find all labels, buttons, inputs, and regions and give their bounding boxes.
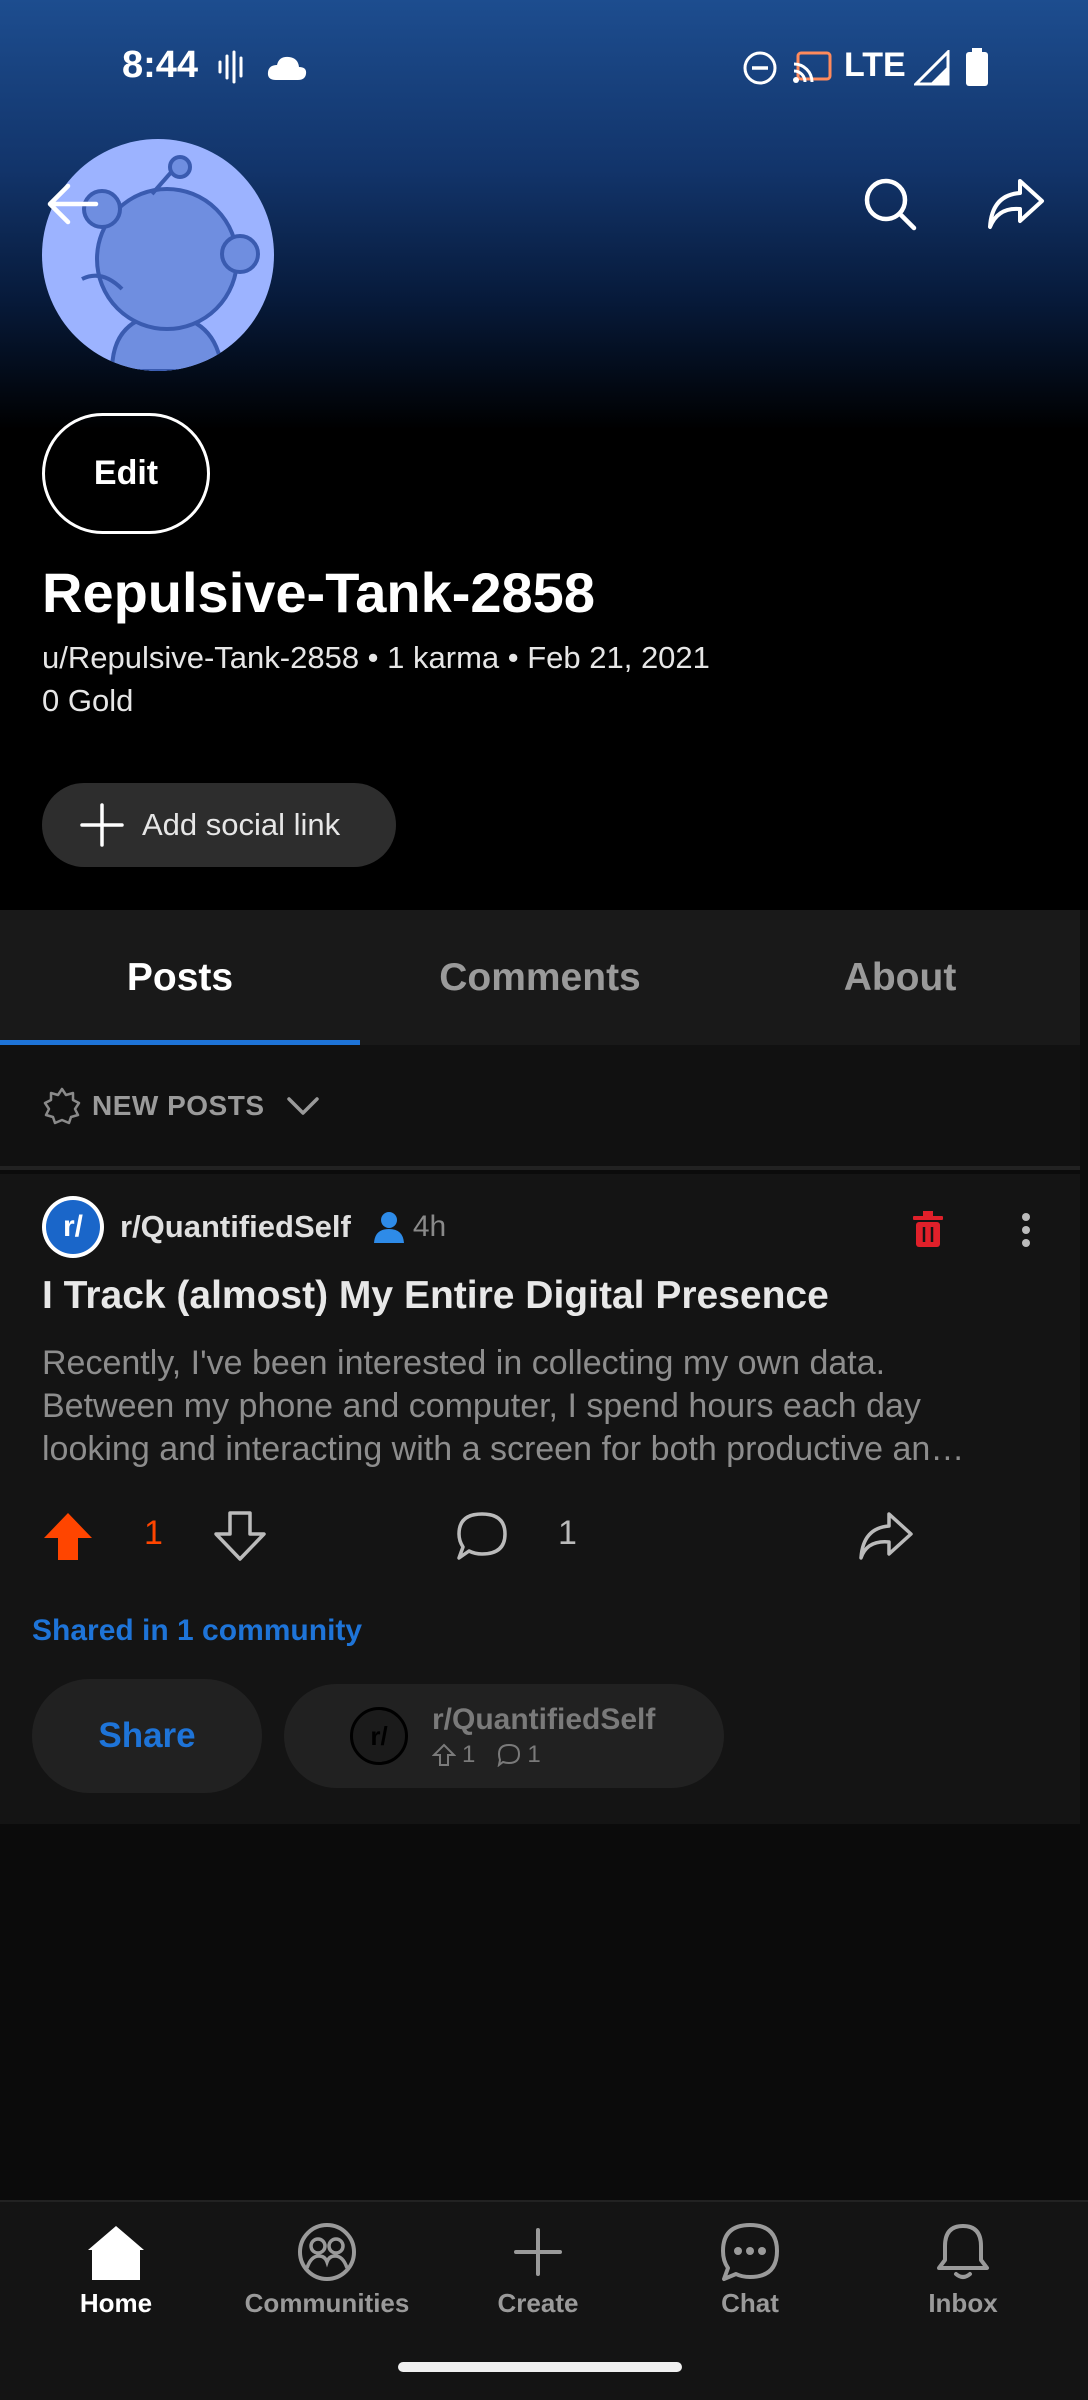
sort-bar: NEW POSTS (0, 1045, 1080, 1170)
more-vertical-icon (1022, 1213, 1030, 1247)
upvote-count: 1 (144, 1514, 163, 1552)
cloud-icon (267, 56, 307, 80)
sort-dropdown[interactable]: NEW POSTS (42, 1086, 321, 1126)
downvote-button[interactable] (210, 1506, 270, 1566)
share-arrow-icon (988, 179, 1044, 229)
status-bar: 8:44 LTE (0, 0, 1088, 134)
trash-icon (913, 1211, 943, 1247)
post-title[interactable]: I Track (almost) My Entire Digital Prese… (42, 1274, 1052, 1318)
new-sparkle-icon (43, 1087, 81, 1124)
crosspost-info: r/QuantifiedSelf 1 1 (432, 1703, 655, 1769)
tab-about[interactable]: About (720, 910, 1080, 1045)
share-profile-button[interactable] (976, 164, 1056, 244)
back-button[interactable] (32, 164, 112, 244)
search-button[interactable] (850, 164, 930, 244)
post-overflow-menu-button[interactable] (1004, 1202, 1048, 1258)
nav-chat[interactable]: Chat (650, 2222, 850, 2319)
post-header: r/ r/QuantifiedSelf 4h (42, 1196, 446, 1258)
post-body-line: Between my phone and computer, I spend h… (42, 1387, 921, 1425)
profile-display-name: Repulsive-Tank-2858 (42, 561, 595, 624)
upvote-button[interactable] (38, 1506, 98, 1566)
nav-home[interactable]: Home (16, 2222, 216, 2319)
upvote-arrow-icon (44, 1513, 92, 1560)
network-type: LTE (844, 46, 906, 84)
post-body-preview[interactable]: Recently, I've been interested in collec… (42, 1342, 1052, 1471)
signal-icon (914, 50, 950, 86)
plus-icon (80, 803, 124, 847)
crosspost-share-button[interactable]: Share (32, 1679, 262, 1793)
delete-post-button[interactable] (906, 1204, 950, 1254)
nav-inbox-label: Inbox (928, 2288, 998, 2318)
voicemail-icon (218, 50, 243, 84)
add-social-link-button[interactable]: Add social link (42, 783, 396, 867)
post-body-line: looking and interacting with a screen fo… (42, 1430, 965, 1468)
crosspost-stats: 1 1 (432, 1741, 655, 1769)
add-social-link-label: Add social link (142, 807, 341, 842)
subreddit-icon[interactable]: r/ (42, 1196, 104, 1258)
chevron-down-icon (286, 1096, 319, 1115)
crosspost-chip[interactable]: r/ r/QuantifiedSelf 1 1 (284, 1684, 724, 1788)
subreddit-icon-glyph: r/ (46, 1200, 100, 1254)
crosspost-subreddit-name: r/QuantifiedSelf (432, 1703, 656, 1736)
post-card[interactable]: r/ r/QuantifiedSelf 4h I Track (almost) … (0, 1174, 1080, 1824)
nav-chat-label: Chat (721, 2288, 779, 2318)
comment-bubble-icon (497, 1743, 521, 1767)
profile-handle-karma-date: u/Repulsive-Tank-2858 • 1 karma • Feb 21… (42, 640, 710, 675)
downvote-arrow-icon (214, 1511, 266, 1561)
edit-profile-button[interactable]: Edit (42, 413, 210, 534)
profile-header: 8:44 LTE Edit Repulsive-Tank-2858 u/Repu… (0, 0, 1088, 910)
status-time: 8:44 (122, 44, 199, 86)
subreddit-r-icon: r/ (370, 1721, 387, 1751)
cast-icon (793, 51, 832, 83)
comment-bubble-icon (457, 1512, 507, 1560)
home-gesture-bar[interactable] (398, 2362, 682, 2372)
battery-icon (966, 48, 988, 86)
chat-icon (721, 2223, 779, 2281)
post-actions: 1 1 (0, 1490, 1080, 1580)
nav-communities-label: Communities (244, 2288, 410, 2318)
person-icon (373, 1212, 404, 1243)
post-age: 4h (412, 1210, 447, 1243)
nav-communities[interactable]: Communities (227, 2222, 427, 2319)
nav-create-label: Create (497, 2288, 579, 2318)
crosspost-upvotes: 1 (462, 1741, 476, 1768)
nav-create[interactable]: Create (438, 2222, 638, 2319)
profile-tabs: Posts Comments About (0, 910, 1080, 1045)
svg-text:r/: r/ (370, 1721, 387, 1751)
share-arrow-icon (859, 1512, 913, 1560)
plus-icon (514, 2228, 562, 2276)
comment-count: 1 (558, 1514, 577, 1552)
crosspost-comments: 1 (527, 1741, 541, 1768)
share-post-button[interactable] (854, 1506, 918, 1566)
comments-button[interactable] (452, 1506, 512, 1566)
search-icon (864, 178, 917, 231)
crosspost-subreddit-icon: r/ (350, 1707, 408, 1765)
nav-inbox[interactable]: Inbox (863, 2222, 1063, 2319)
subreddit-name[interactable]: r/QuantifiedSelf (120, 1209, 351, 1245)
dnd-icon (743, 51, 777, 85)
post-insights-button[interactable] (984, 1504, 1044, 1564)
shared-in-communities-link[interactable]: Shared in 1 community (32, 1614, 362, 1648)
post-body-line: Recently, I've been interested in collec… (42, 1344, 886, 1382)
nav-home-label: Home (79, 2288, 153, 2318)
bar-chart-icon (991, 1510, 1037, 1556)
communities-icon (298, 2223, 356, 2281)
sort-label: NEW POSTS (92, 1089, 265, 1121)
upvote-arrow-icon (432, 1743, 456, 1766)
tab-comments[interactable]: Comments (360, 910, 720, 1045)
back-arrow-icon (47, 183, 99, 225)
profile-gold: 0 Gold (42, 683, 134, 718)
bell-icon (937, 2224, 989, 2279)
tab-posts[interactable]: Posts (0, 910, 360, 1045)
home-icon (88, 2226, 144, 2280)
profile-meta: u/Repulsive-Tank-2858 • 1 karma • Feb 21… (42, 636, 710, 722)
